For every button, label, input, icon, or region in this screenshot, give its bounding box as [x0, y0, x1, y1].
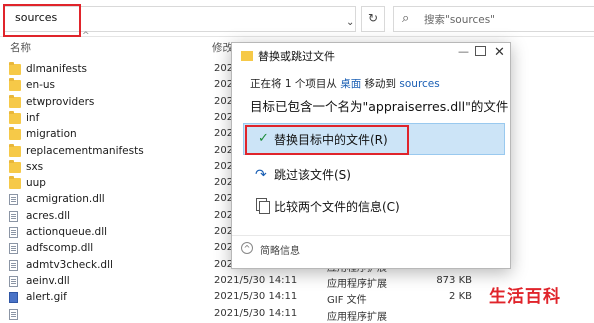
file-icon: [9, 275, 18, 287]
file-icon: [9, 194, 18, 206]
chevron-down-icon[interactable]: ⌄: [346, 17, 354, 28]
status-prefix: 正在将 1 个项目从: [250, 78, 341, 90]
image-file-icon: [9, 292, 18, 304]
search-input[interactable]: ⌕ 搜索"sources": [393, 6, 594, 32]
file-name: actionqueue.dll: [26, 226, 108, 238]
file-icon: [9, 210, 18, 222]
file-row[interactable]: 2021/5/30 14:11 应用程序扩展: [0, 307, 594, 323]
file-date: 2021/5/30 14:11: [214, 274, 298, 286]
folder-icon: [241, 51, 253, 61]
file-name: en-us: [26, 79, 56, 92]
file-name: acres.dll: [26, 209, 71, 222]
file-name: sxs: [26, 160, 44, 173]
file-name: alert.gif: [26, 291, 67, 304]
file-type: 应用程序扩展: [327, 311, 387, 323]
file-name: replacementmanifests: [26, 144, 144, 157]
source-link[interactable]: 桌面: [340, 78, 361, 90]
fewer-details-link[interactable]: 简略信息: [260, 242, 300, 257]
file-name: acmigration.dll: [26, 193, 105, 206]
file-name: uup: [26, 177, 46, 190]
column-header-name[interactable]: 名称: [10, 40, 31, 55]
maximize-button[interactable]: [475, 46, 486, 56]
folder-icon: [9, 159, 21, 173]
dialog-status-line: 正在将 1 个项目从 桌面 移动到 sources: [250, 76, 440, 91]
search-icon: ⌕: [402, 11, 410, 26]
file-date: 2021/5/30 14:11: [214, 307, 298, 319]
folder-icon: [9, 94, 21, 108]
compare-files-icon-back: [259, 201, 270, 214]
file-type: GIF 文件: [327, 295, 367, 307]
dest-link[interactable]: sources: [399, 78, 439, 90]
watermark-logo: 生活百科: [489, 287, 561, 307]
replace-skip-dialog: 替换或跳过文件 — ✕ 正在将 1 个项目从 桌面 移动到 sources 目标…: [231, 42, 511, 269]
skip-arrow-icon: ↷: [255, 167, 267, 183]
highlight-box-address: [3, 4, 81, 37]
file-name: migration: [26, 128, 77, 141]
search-placeholder: 搜索"sources": [424, 14, 495, 26]
file-name: admtv3check.dll: [26, 258, 113, 271]
column-header-date[interactable]: 修改: [212, 40, 233, 55]
chevron-up-icon[interactable]: ^: [82, 31, 90, 41]
file-name: etwproviders: [26, 95, 95, 108]
folder-icon: [9, 176, 21, 190]
refresh-icon: ↻: [367, 11, 379, 25]
dialog-divider: [232, 235, 510, 236]
refresh-button[interactable]: ↻: [361, 6, 385, 32]
dialog-message: 目标已包含一个名为"appraiserres.dll"的文件: [250, 99, 509, 114]
file-size: 2 KB: [449, 291, 472, 303]
close-button[interactable]: ✕: [494, 45, 505, 60]
file-name: dlmanifests: [26, 63, 88, 75]
file-name: aeinv.dll: [26, 274, 70, 287]
folder-icon: [9, 78, 21, 92]
file-icon: [9, 227, 18, 238]
folder-icon: [9, 143, 21, 157]
folder-icon: [9, 110, 21, 124]
file-icon: [9, 308, 18, 320]
highlight-box-replace: [245, 125, 409, 155]
file-size: 873 KB: [436, 274, 472, 286]
file-name: adfscomp.dll: [26, 242, 94, 255]
chevron-up-circle-icon[interactable]: ^: [241, 242, 253, 254]
folder-icon: [9, 62, 21, 75]
compare-files-option[interactable]: 比较两个文件的信息(C): [274, 198, 400, 215]
file-type: 应用程序扩展: [327, 278, 387, 290]
file-icon: [9, 259, 18, 271]
minimize-button[interactable]: —: [458, 45, 469, 58]
folder-icon: [9, 127, 21, 141]
dialog-title: 替换或跳过文件: [258, 50, 335, 63]
file-icon: [9, 243, 18, 255]
skip-file-option[interactable]: 跳过该文件(S): [274, 166, 351, 183]
file-name: inf: [26, 111, 40, 124]
file-date: 2021/5/30 14:11: [214, 291, 298, 303]
status-mid: 移动到: [361, 78, 400, 90]
